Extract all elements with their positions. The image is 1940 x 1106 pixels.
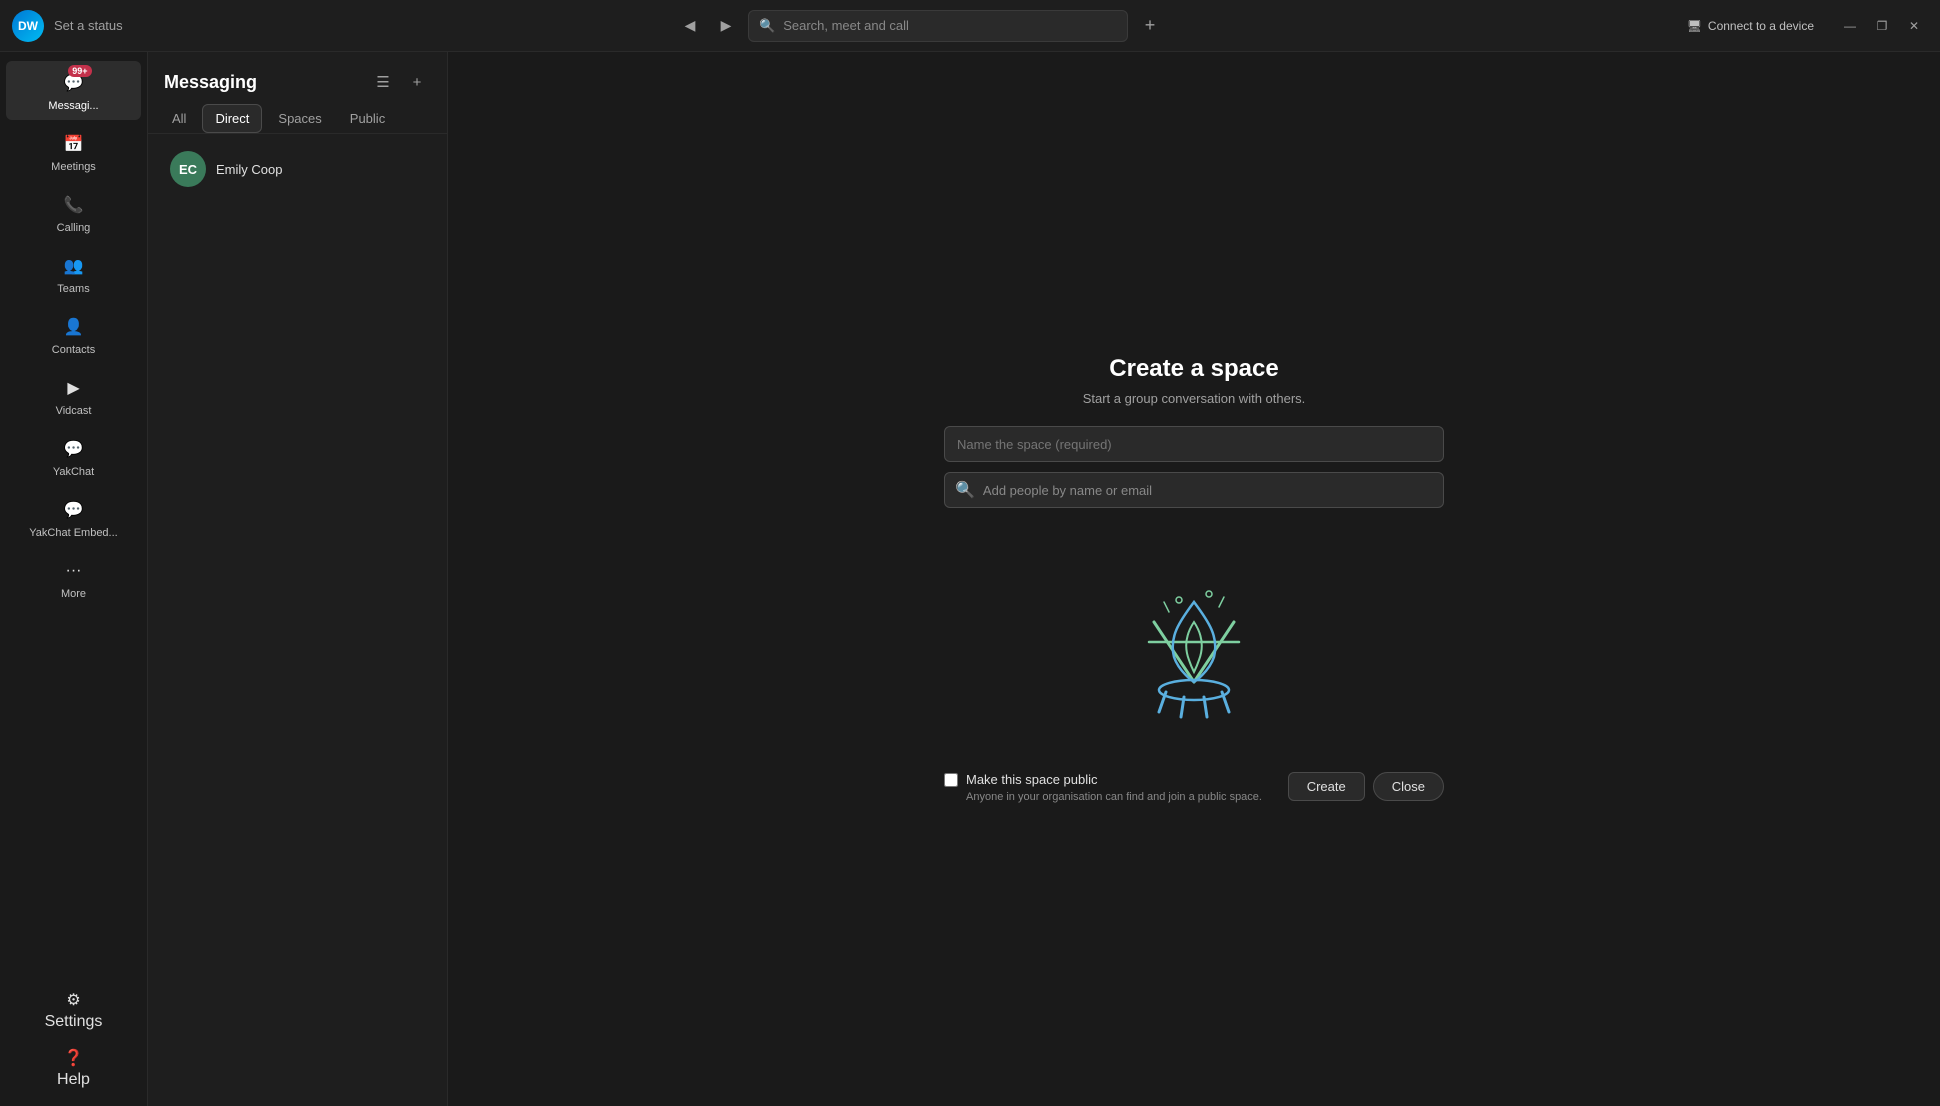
filter-button[interactable]: ☰ bbox=[369, 68, 397, 96]
sidebar-item-label: Calling bbox=[57, 222, 91, 234]
search-icon: 🔍 bbox=[759, 18, 775, 34]
contact-item[interactable]: EC Emily Coop bbox=[154, 143, 441, 195]
tab-direct[interactable]: Direct bbox=[202, 104, 262, 133]
sidebar-item-label: Settings bbox=[45, 1013, 103, 1031]
titlebar: DW Set a status ◀ ▶ 🔍 Search, meet and c… bbox=[0, 0, 1940, 52]
sidebar-item-more[interactable]: ··· More bbox=[6, 549, 141, 608]
sidebar-item-label: YakChat Embed... bbox=[29, 527, 117, 539]
titlebar-right: 🖥 Connect to a device — ❐ ✕ bbox=[1628, 12, 1928, 40]
settings-icon: ⚙ bbox=[66, 990, 80, 1010]
more-icon: ··· bbox=[60, 557, 88, 585]
middle-panel: Messaging ☰ + All Direct Spaces Public E… bbox=[148, 52, 448, 1106]
sidebar-item-messaging[interactable]: 💬 99+ Messagi... bbox=[6, 61, 141, 120]
create-space-panel: Create a space Start a group conversatio… bbox=[944, 355, 1444, 803]
contact-list: EC Emily Coop bbox=[148, 138, 447, 200]
connect-device-icon: 🖥 bbox=[1687, 19, 1702, 33]
sidebar-item-contacts[interactable]: 👤 Contacts bbox=[6, 305, 141, 364]
search-placeholder: Search, meet and call bbox=[783, 18, 909, 33]
teams-icon: 👥 bbox=[60, 252, 88, 280]
sidebar-item-help[interactable]: ❓ Help bbox=[6, 1040, 141, 1097]
messaging-icon: 💬 99+ bbox=[60, 69, 88, 97]
minimize-button[interactable]: — bbox=[1836, 12, 1864, 40]
space-name-input[interactable] bbox=[944, 426, 1444, 462]
panel-title: Messaging bbox=[164, 72, 257, 93]
public-description: Anyone in your organisation can find and… bbox=[944, 791, 1262, 803]
main-layout: 💬 99+ Messagi... 📅 Meetings 📞 Calling 👥 … bbox=[0, 52, 1940, 1106]
connect-device-button[interactable]: 🖥 Connect to a device bbox=[1677, 15, 1824, 37]
panel-actions: ☰ + bbox=[369, 68, 431, 96]
contact-avatar: EC bbox=[170, 151, 206, 187]
add-button[interactable]: + bbox=[1136, 12, 1164, 40]
sidebar-item-label: Help bbox=[57, 1071, 90, 1089]
back-button[interactable]: ◀ bbox=[676, 12, 704, 40]
calling-icon: 📞 bbox=[60, 191, 88, 219]
sidebar-item-meetings[interactable]: 📅 Meetings bbox=[6, 122, 141, 181]
connect-device-label: Connect to a device bbox=[1708, 19, 1814, 33]
sidebar-item-label: Vidcast bbox=[56, 405, 92, 417]
help-icon: ❓ bbox=[64, 1048, 84, 1068]
meetings-icon: 📅 bbox=[60, 130, 88, 158]
action-buttons: Create Close bbox=[1288, 772, 1444, 801]
yakchat-embed-icon: 💬 bbox=[60, 496, 88, 524]
sidebar-item-calling[interactable]: 📞 Calling bbox=[6, 183, 141, 242]
sidebar-item-yakchat-embed[interactable]: 💬 YakChat Embed... bbox=[6, 488, 141, 547]
checkbox-row: Make this space public bbox=[944, 772, 1262, 787]
contact-name: Emily Coop bbox=[216, 162, 282, 177]
sidebar-item-label: Contacts bbox=[52, 344, 95, 356]
people-input[interactable] bbox=[983, 483, 1433, 498]
window-controls: — ❐ ✕ bbox=[1836, 12, 1928, 40]
sidebar-item-label: Meetings bbox=[51, 161, 96, 173]
tab-all[interactable]: All bbox=[160, 104, 198, 133]
tab-public[interactable]: Public bbox=[338, 104, 397, 133]
panel-header: Messaging ☰ + bbox=[148, 52, 447, 104]
close-button[interactable]: ✕ bbox=[1900, 12, 1928, 40]
checkbox-label: Make this space public bbox=[966, 772, 1098, 787]
titlebar-left: DW Set a status bbox=[12, 10, 212, 42]
sidebar-item-label: YakChat bbox=[53, 466, 94, 478]
campfire-illustration bbox=[1094, 542, 1294, 742]
yakchat-icon: 💬 bbox=[60, 435, 88, 463]
sidebar-item-label: Messagi... bbox=[48, 100, 98, 112]
status-text[interactable]: Set a status bbox=[54, 18, 123, 33]
tab-spaces[interactable]: Spaces bbox=[266, 104, 333, 133]
people-search-icon: 🔍 bbox=[955, 480, 975, 500]
main-content: Create a space Start a group conversatio… bbox=[448, 52, 1940, 1106]
restore-button[interactable]: ❐ bbox=[1868, 12, 1896, 40]
vidcast-icon: ▶ bbox=[60, 374, 88, 402]
sidebar: 💬 99+ Messagi... 📅 Meetings 📞 Calling 👥 … bbox=[0, 52, 148, 1106]
sidebar-item-yakchat[interactable]: 💬 YakChat bbox=[6, 427, 141, 486]
people-input-wrapper[interactable]: 🔍 bbox=[944, 472, 1444, 508]
sidebar-item-settings[interactable]: ⚙ Settings bbox=[6, 982, 141, 1039]
compose-button[interactable]: + bbox=[403, 68, 431, 96]
create-button[interactable]: Create bbox=[1288, 772, 1365, 801]
sidebar-bottom: ⚙ Settings ❓ Help bbox=[0, 981, 147, 1098]
create-space-title: Create a space bbox=[1109, 355, 1278, 383]
tab-bar: All Direct Spaces Public bbox=[148, 104, 447, 134]
sidebar-item-label: Teams bbox=[57, 283, 89, 295]
messaging-badge: 99+ bbox=[68, 65, 91, 77]
forward-button[interactable]: ▶ bbox=[712, 12, 740, 40]
public-checkbox[interactable] bbox=[944, 773, 958, 787]
sidebar-item-label: More bbox=[61, 588, 86, 600]
search-bar[interactable]: 🔍 Search, meet and call bbox=[748, 10, 1128, 42]
close-space-button[interactable]: Close bbox=[1373, 772, 1444, 801]
sidebar-item-teams[interactable]: 👥 Teams bbox=[6, 244, 141, 303]
titlebar-center: ◀ ▶ 🔍 Search, meet and call + bbox=[212, 10, 1628, 42]
public-checkbox-area: Make this space public Anyone in your or… bbox=[944, 772, 1262, 803]
app-avatar[interactable]: DW bbox=[12, 10, 44, 42]
space-footer: Make this space public Anyone in your or… bbox=[944, 772, 1444, 803]
create-space-subtitle: Start a group conversation with others. bbox=[1083, 391, 1306, 406]
sidebar-item-vidcast[interactable]: ▶ Vidcast bbox=[6, 366, 141, 425]
contacts-icon: 👤 bbox=[60, 313, 88, 341]
